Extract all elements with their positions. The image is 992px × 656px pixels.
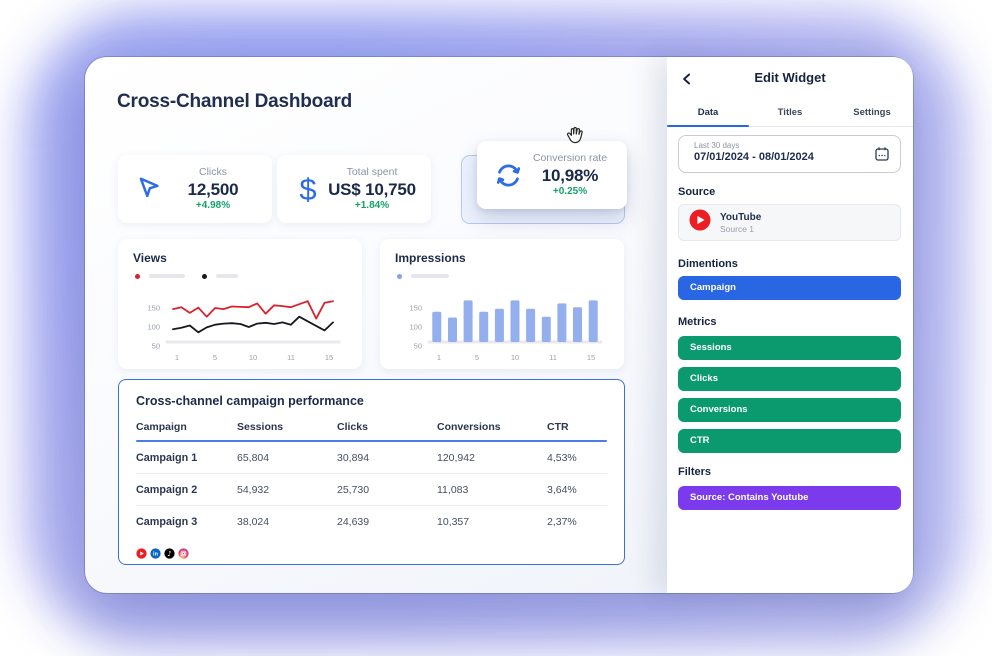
svg-text:in: in: [153, 552, 159, 558]
svg-text:♪: ♪: [167, 550, 171, 558]
edit-widget-panel: Edit Widget Data Titles Settings Last 30…: [667, 57, 913, 593]
source-item-youtube[interactable]: YouTube Source 1: [678, 204, 901, 241]
grab-hand-cursor-icon: [563, 125, 589, 147]
kpi-value: 12,500: [187, 179, 239, 199]
youtube-icon: [136, 546, 147, 564]
svg-text:5: 5: [475, 353, 479, 362]
svg-text:10: 10: [511, 353, 519, 362]
linkedin-icon: in: [150, 546, 161, 564]
date-range-value: 07/01/2024 - 08/01/2024: [694, 151, 814, 163]
column-header: Campaign: [136, 421, 187, 433]
filter-pill-source-youtube[interactable]: Source: Contains Youtube: [678, 486, 901, 510]
page-title: Cross-Channel Dashboard: [117, 91, 353, 112]
svg-text:1: 1: [175, 353, 179, 362]
youtube-icon: [689, 209, 711, 236]
metrics-heading: Metrics: [678, 316, 717, 328]
table-row: Campaign 1 65,804 30,894 120,942 4,53%: [136, 442, 607, 474]
svg-text:11: 11: [549, 353, 557, 362]
panel-title: Edit Widget: [754, 70, 826, 85]
channel-source-icons: in ♪: [136, 546, 607, 564]
kpi-delta: +0.25%: [552, 185, 588, 197]
table-title: Cross-channel campaign performance: [136, 394, 364, 408]
svg-text:150: 150: [147, 304, 160, 313]
source-name: YouTube: [720, 211, 762, 223]
kpi-delta: +4.98%: [195, 199, 231, 211]
svg-text:50: 50: [152, 342, 160, 351]
kpi-card-conversion-rate-dragging[interactable]: Conversion rate 10,98% +0.25%: [477, 141, 627, 209]
svg-text:15: 15: [325, 353, 333, 362]
kpi-label: Total spent: [346, 165, 398, 178]
svg-text:100: 100: [409, 323, 422, 332]
kpi-delta: +1.84%: [354, 199, 390, 211]
panel-tabs: Data Titles Settings: [667, 99, 913, 127]
tab-data[interactable]: Data: [667, 99, 749, 127]
instagram-icon: [178, 546, 189, 564]
kpi-label: Clicks: [199, 165, 227, 178]
svg-text:150: 150: [409, 304, 422, 313]
views-line-chart: 150100501 5 10 11 15: [147, 300, 341, 362]
impressions-chart-legend: [397, 272, 609, 280]
column-header: Clicks: [337, 421, 368, 433]
metric-pill-ctr[interactable]: CTR: [678, 429, 901, 453]
date-preset-label: Last 30 days: [694, 141, 740, 150]
metric-pill-clicks[interactable]: Clicks: [678, 367, 901, 391]
tab-titles[interactable]: Titles: [749, 99, 831, 126]
calendar-icon: [874, 146, 890, 167]
dimension-pill-campaign[interactable]: Campaign: [678, 276, 901, 300]
svg-text:50: 50: [414, 342, 422, 351]
svg-text:1: 1: [437, 353, 441, 362]
kpi-value: US$ 10,750: [328, 179, 416, 199]
svg-text:10: 10: [249, 353, 257, 362]
filters-heading: Filters: [678, 466, 712, 478]
svg-text:15: 15: [587, 353, 595, 362]
tiktok-icon: ♪: [164, 546, 175, 564]
svg-text:100: 100: [147, 323, 160, 332]
source-subtitle: Source 1: [720, 223, 755, 234]
views-chart-widget[interactable]: Views 150 100 50 1 5 10 11 15: [118, 239, 362, 369]
source-heading: Source: [678, 186, 716, 198]
column-header: Conversions: [437, 421, 501, 433]
tab-settings[interactable]: Settings: [831, 99, 913, 126]
impressions-chart-widget[interactable]: Impressions 150 100 50 1 5 10 11 15: [380, 239, 624, 369]
cursor-arrow-icon: [131, 175, 167, 203]
svg-text:5: 5: [213, 353, 217, 362]
kpi-value: 10,98%: [541, 165, 599, 185]
column-header: CTR: [547, 421, 569, 433]
column-header: Sessions: [237, 421, 284, 433]
metric-pill-sessions[interactable]: Sessions: [678, 336, 901, 360]
views-chart-legend: [135, 272, 347, 280]
kpi-card-total-spent[interactable]: $ Total spent US$ 10,750 +1.84%: [277, 155, 431, 223]
kpi-label: Conversion rate: [532, 151, 608, 164]
chart-title: Impressions: [395, 251, 466, 265]
dimensions-heading: Dimentions: [678, 258, 738, 270]
kpi-card-clicks[interactable]: Clicks 12,500 +4.98%: [118, 155, 272, 223]
svg-text:11: 11: [287, 353, 295, 362]
date-range-field[interactable]: Last 30 days 07/01/2024 - 08/01/2024: [678, 135, 901, 173]
table-header: Campaign Sessions Clicks Conversions CTR: [136, 418, 607, 436]
chart-title: Views: [133, 251, 167, 265]
table-row: Campaign 2 54,932 25,730 11,083 3,64%: [136, 474, 607, 506]
metric-pill-conversions[interactable]: Conversions: [678, 398, 901, 422]
impressions-bar-chart: 150100501 5 10 11 15: [409, 300, 603, 362]
dollar-icon: $: [299, 171, 317, 207]
campaign-performance-table-widget[interactable]: Cross-channel campaign performance Campa…: [118, 379, 625, 565]
sync-icon: [490, 162, 526, 189]
table-row: Campaign 3 38,024 24,639 10,357 2,37%: [136, 515, 577, 528]
